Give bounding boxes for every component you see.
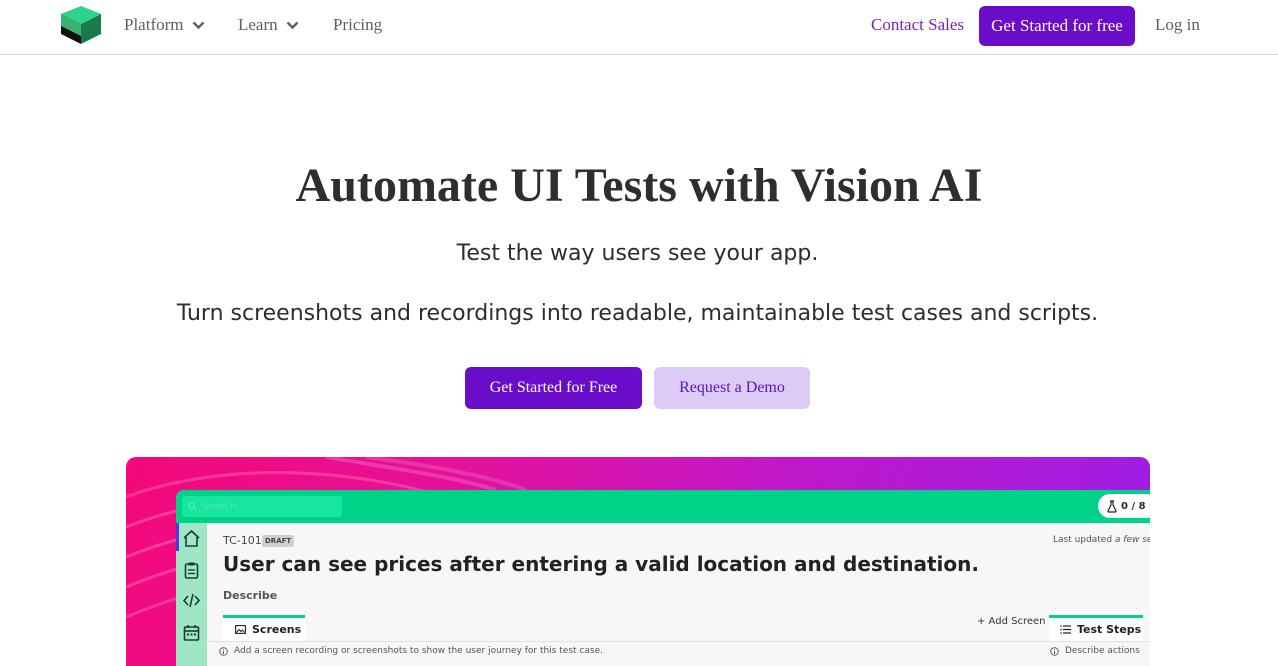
hero-subtitle: Test the way users see your app. bbox=[456, 241, 819, 266]
clipboard-icon[interactable] bbox=[182, 561, 201, 580]
login-link[interactable]: Log in bbox=[1155, 15, 1200, 35]
tab-screens[interactable]: Screens bbox=[223, 615, 305, 641]
search-icon bbox=[188, 502, 197, 511]
search-placeholder: Search... bbox=[202, 501, 246, 512]
credits-badge[interactable]: 0 / 8 ▾ bbox=[1098, 494, 1150, 518]
app-sidebar bbox=[176, 523, 207, 666]
list-icon bbox=[1060, 625, 1071, 634]
test-case-title[interactable]: User can see prices after entering a val… bbox=[223, 552, 979, 576]
nav-platform[interactable]: Platform bbox=[124, 15, 205, 35]
nav-learn-label: Learn bbox=[238, 15, 278, 34]
screens-hint-text: Add a screen recording or screenshots to… bbox=[234, 646, 603, 656]
info-icon bbox=[219, 646, 228, 656]
test-case-id: TC-101 bbox=[223, 534, 262, 547]
nav-pricing[interactable]: Pricing bbox=[333, 15, 382, 35]
search-input[interactable]: Search... bbox=[182, 496, 342, 517]
steps-hint: Describe actions bbox=[1050, 646, 1140, 656]
add-screen-button[interactable]: + Add Screen bbox=[977, 616, 1045, 627]
sidebar-active-indicator bbox=[176, 523, 179, 551]
describe-label[interactable]: Describe bbox=[223, 589, 277, 602]
steps-hint-text: Describe actions bbox=[1065, 646, 1140, 656]
get-started-nav-button[interactable]: Get Started for free bbox=[979, 6, 1135, 46]
product-preview: Search... 0 / 8 ▾ TC-101 DRAFT Last upda… bbox=[126, 457, 1150, 666]
calendar-icon[interactable] bbox=[182, 623, 201, 642]
nav-learn[interactable]: Learn bbox=[238, 15, 299, 35]
status-badge: DRAFT bbox=[262, 535, 295, 547]
tab-screens-label: Screens bbox=[252, 623, 302, 636]
brand-logo[interactable] bbox=[61, 6, 101, 46]
last-updated: Last updated a few sec bbox=[1053, 535, 1150, 545]
hero-title: Automate UI Tests with Vision AI bbox=[295, 159, 983, 212]
image-icon bbox=[235, 625, 246, 634]
tab-test-steps-label: Test Steps bbox=[1077, 623, 1142, 636]
chevron-down-icon bbox=[286, 21, 298, 29]
credits-count: 0 / 8 bbox=[1121, 500, 1146, 512]
hero-description: Turn screenshots and recordings into rea… bbox=[176, 301, 1099, 326]
nav-platform-label: Platform bbox=[124, 15, 184, 34]
last-updated-label: Last updated bbox=[1053, 535, 1113, 545]
info-icon bbox=[1050, 646, 1059, 656]
screens-hint: Add a screen recording or screenshots to… bbox=[219, 646, 603, 656]
get-started-button[interactable]: Get Started for Free bbox=[465, 367, 642, 409]
flask-icon bbox=[1107, 499, 1117, 513]
nav-pricing-label: Pricing bbox=[333, 15, 383, 34]
code-icon[interactable] bbox=[182, 591, 201, 610]
request-demo-button[interactable]: Request a Demo bbox=[654, 367, 810, 409]
tab-test-steps[interactable]: Test Steps bbox=[1049, 615, 1143, 641]
test-case-panel: TC-101 DRAFT Last updated a few sec User… bbox=[207, 523, 1150, 666]
chevron-down-icon bbox=[192, 21, 204, 29]
app-window: Search... 0 / 8 ▾ TC-101 DRAFT Last upda… bbox=[176, 490, 1150, 666]
last-updated-value: a few sec bbox=[1114, 535, 1150, 545]
contact-sales-link[interactable]: Contact Sales bbox=[871, 15, 964, 35]
divider bbox=[207, 641, 1150, 642]
home-icon[interactable] bbox=[182, 529, 201, 548]
top-navbar: Platform Learn Pricing Contact Sales Get… bbox=[0, 0, 1278, 55]
